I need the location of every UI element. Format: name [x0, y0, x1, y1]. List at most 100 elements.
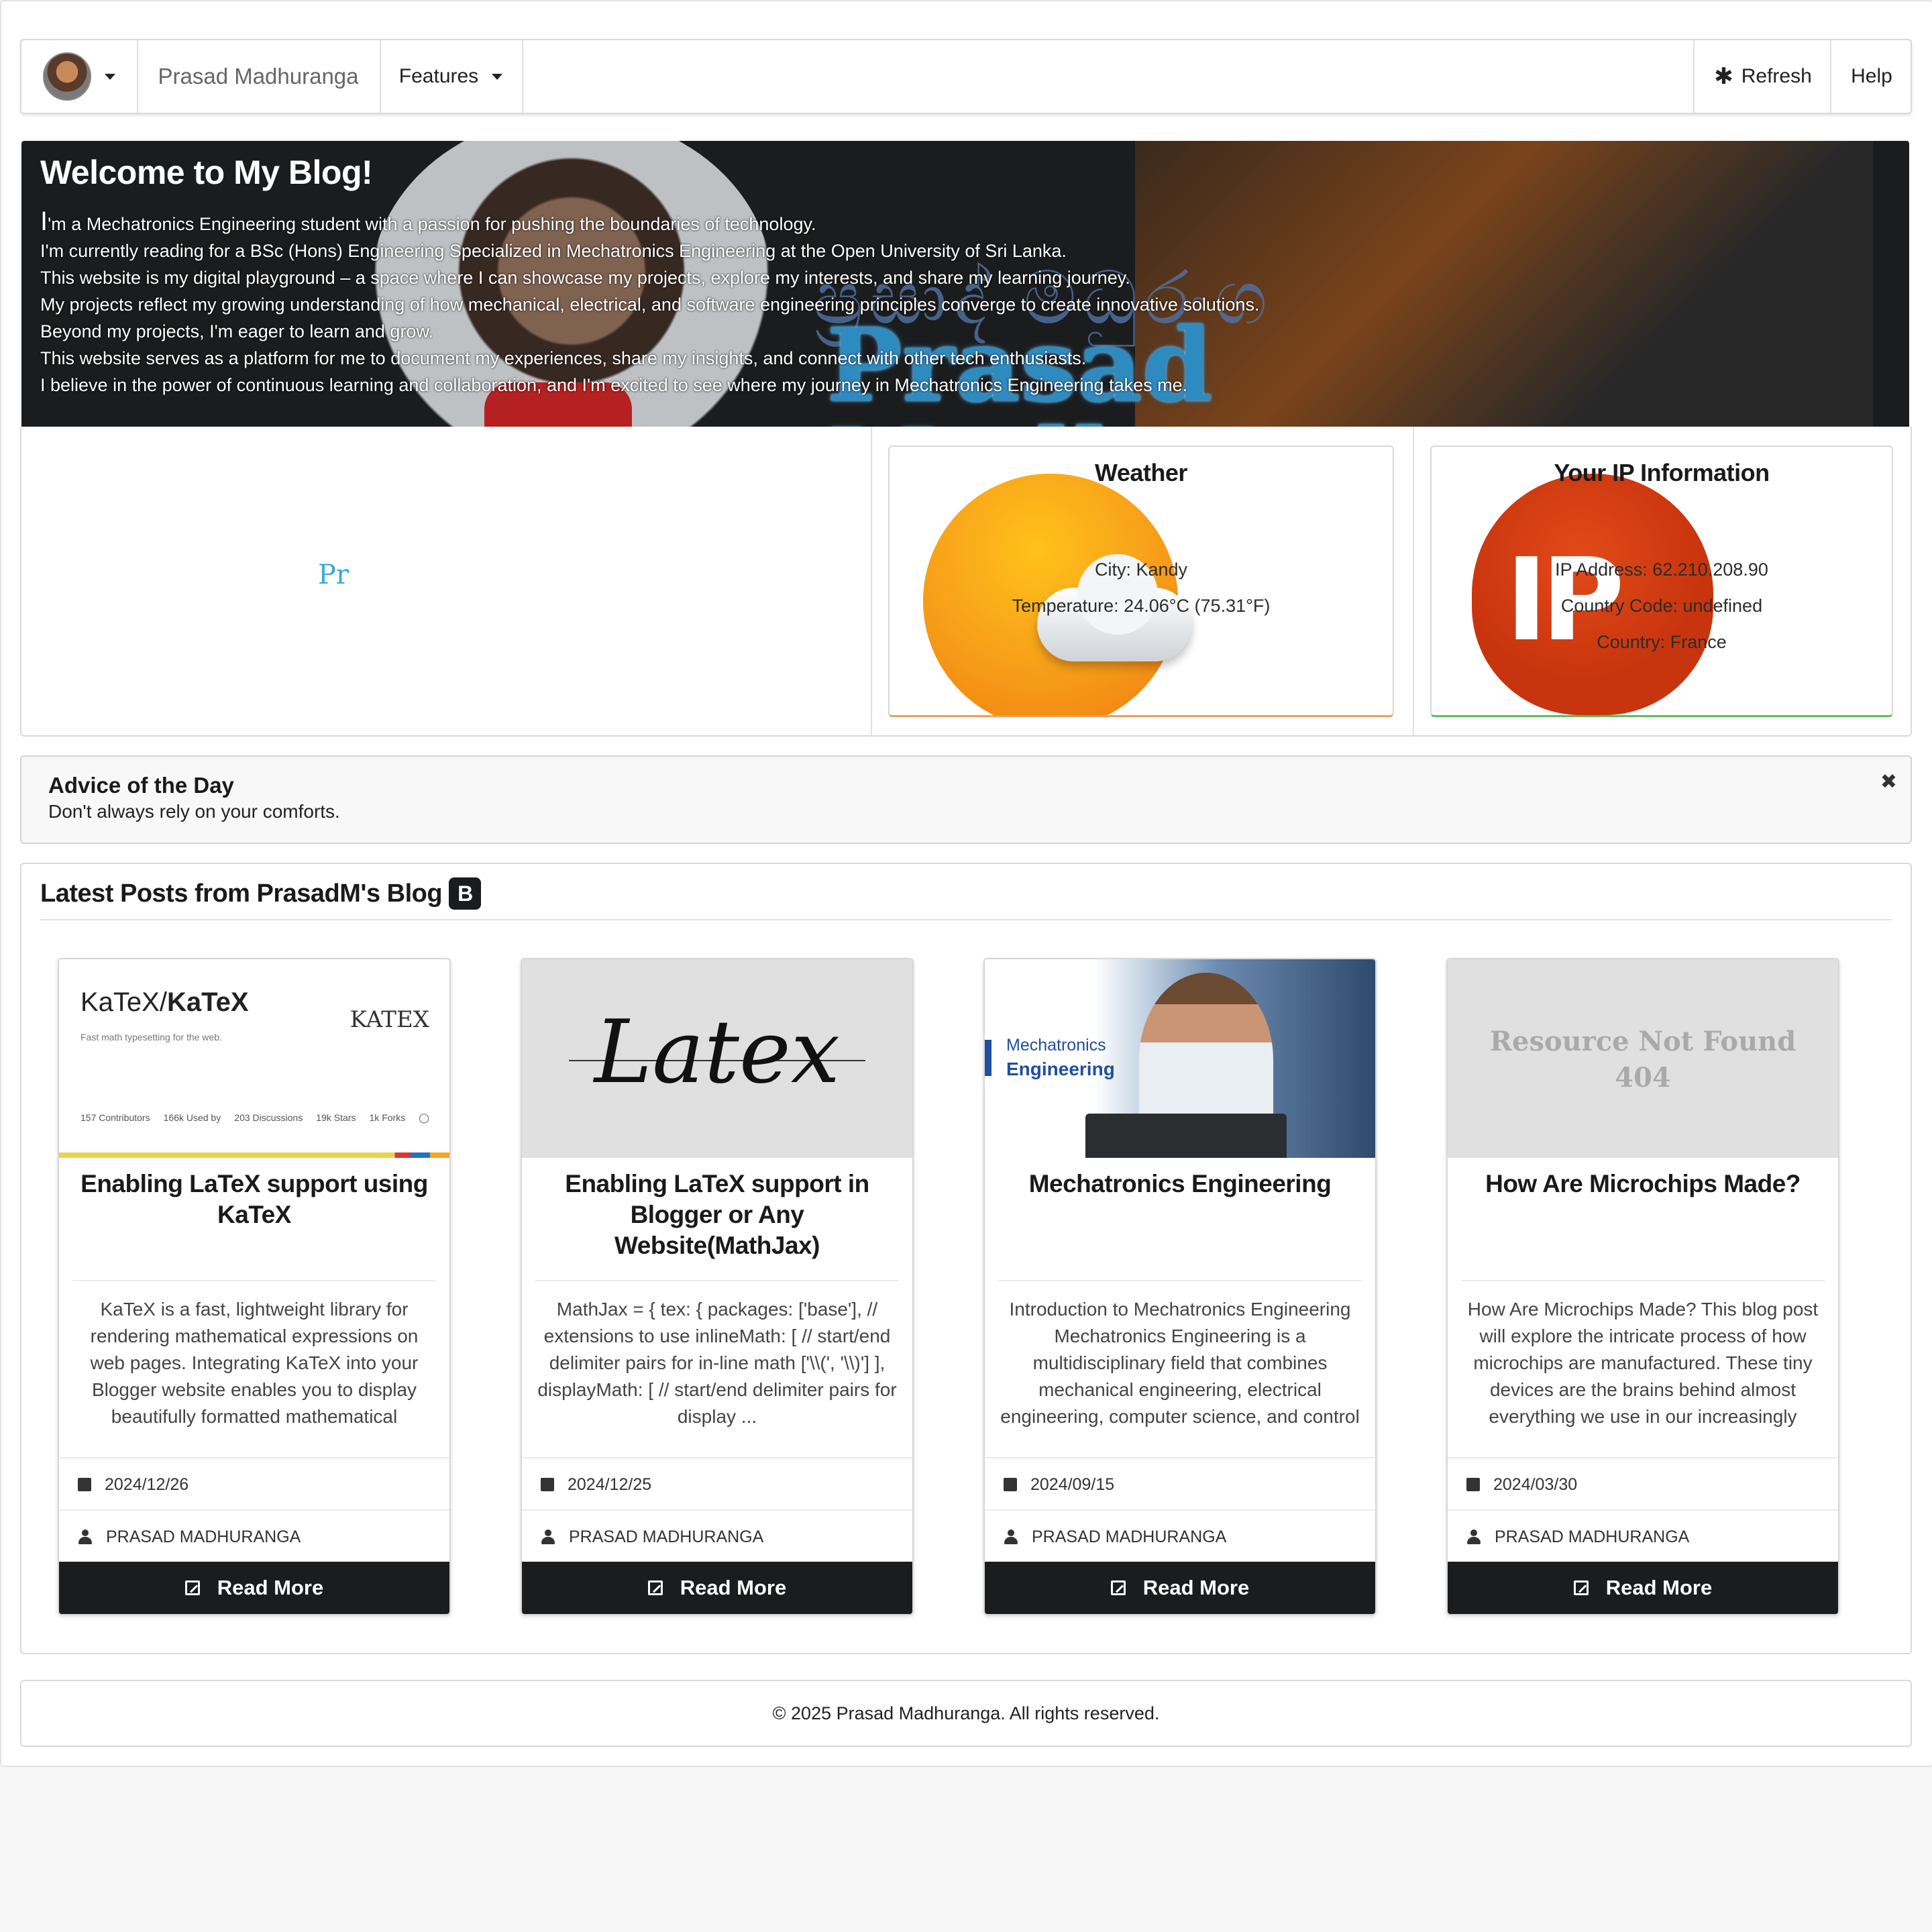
avatar-dropdown[interactable] — [21, 40, 138, 113]
post-date: 2024/09/15 — [985, 1457, 1375, 1511]
user-icon — [541, 1529, 555, 1544]
post-card: Latex Enabling LaTeX support in Blogger … — [521, 958, 914, 1615]
katex-tagline: Fast math typesetting for the web. — [80, 1032, 222, 1042]
post-description: Introduction to Mechatronics Engineering… — [998, 1280, 1362, 1430]
ip-country: Country: France — [1597, 632, 1727, 652]
top-navbar: Prasad Madhuranga Features ✱ Refresh Hel… — [20, 39, 1912, 114]
features-label: Features — [398, 65, 479, 87]
post-date-text: 2024/12/26 — [105, 1474, 189, 1494]
weather-card: Weather City: Kandy Temperature: 24.06°C… — [888, 445, 1394, 717]
user-icon — [1004, 1529, 1018, 1544]
not-found-placeholder: Resource Not Found 404 — [1489, 1026, 1796, 1093]
widgets-row: Pr Weather City: Kandy Temperature: 24.0… — [20, 427, 1912, 737]
ip-title: Your IP Information — [1554, 459, 1770, 486]
brand-link[interactable]: Prasad Madhuranga — [137, 40, 381, 113]
read-more-label: Read More — [1605, 1576, 1713, 1599]
ip-card: IP Your IP Information IP Address: 62.21… — [1430, 445, 1893, 717]
weather-title: Weather — [1095, 459, 1187, 486]
external-link-icon — [1573, 1580, 1589, 1595]
help-label: Help — [1851, 65, 1892, 87]
katex-stats: 157 Contributors 166k Used by 203 Discus… — [80, 1112, 429, 1124]
post-card: KaTeX/KaTeX Fast math typesetting for th… — [58, 958, 451, 1615]
post-author: PRASAD MADHURANGA — [522, 1509, 912, 1563]
post-thumbnail[interactable]: Latex — [522, 959, 912, 1158]
post-card: Mechatronics Engineering Mechatronics Eng… — [983, 958, 1377, 1615]
hero-intro: I'm a Mechatronics Engineering student w… — [40, 208, 1259, 398]
katex-heading: KaTeX/KaTeX — [80, 987, 249, 1017]
post-date-text: 2024/03/30 — [1493, 1474, 1578, 1494]
features-dropdown[interactable]: Features — [380, 40, 523, 113]
post-title[interactable]: Enabling LaTeX support in Blogger or Any… — [535, 1169, 899, 1261]
mechatronics-caption: Mechatronics Engineering — [1006, 1036, 1115, 1079]
caret-down-icon — [492, 73, 503, 80]
stat: 157 Contributors — [80, 1112, 150, 1123]
read-more-label: Read More — [1142, 1576, 1250, 1599]
close-icon[interactable]: ✖ — [1880, 770, 1897, 794]
intro-line: My projects reflect my growing understan… — [40, 294, 1260, 315]
post-date: 2024/03/30 — [1448, 1457, 1838, 1511]
footer: © 2025 Prasad Madhuranga. All rights res… — [20, 1680, 1912, 1747]
calendar-icon — [78, 1478, 91, 1491]
post-card: Resource Not Found 404 How Are Microchips… — [1446, 958, 1839, 1615]
post-date: 2024/12/26 — [59, 1457, 449, 1511]
latest-posts-section: Latest Posts from PrasadM's Blog KaTeX/K… — [20, 863, 1912, 1654]
typing-text: Pr — [318, 559, 350, 590]
external-link-icon — [184, 1580, 200, 1595]
blogger-icon — [449, 877, 482, 910]
post-author: PRASAD MADHURANGA — [59, 1509, 449, 1563]
weather-temperature: Temperature: 24.06°C (75.31°F) — [1012, 596, 1271, 616]
read-more-button[interactable]: Read More — [522, 1562, 912, 1614]
stat: 1k Forks — [369, 1112, 406, 1123]
katex-logo: KATEX — [350, 1006, 429, 1033]
post-title[interactable]: Enabling LaTeX support using KaTeX — [72, 1169, 436, 1230]
post-description: How Are Microchips Made? This blog post … — [1461, 1280, 1825, 1430]
circuit-board-photo — [1085, 1114, 1287, 1158]
posts-heading: Latest Posts from PrasadM's Blog — [40, 877, 482, 910]
caret-down-icon — [105, 73, 115, 80]
divider — [40, 919, 1892, 920]
external-link-icon — [1110, 1580, 1126, 1595]
post-author-text: PRASAD MADHURANGA — [1032, 1527, 1227, 1546]
intro-line: This website serves as a platform for me… — [40, 348, 1087, 368]
read-more-button[interactable]: Read More — [1448, 1562, 1838, 1614]
hero-title: Welcome to My Blog! — [40, 154, 373, 191]
refresh-button[interactable]: ✱ Refresh — [1693, 40, 1831, 113]
external-link-icon — [647, 1580, 663, 1595]
user-icon — [1466, 1529, 1481, 1544]
post-title[interactable]: Mechatronics Engineering — [998, 1169, 1362, 1199]
read-more-label: Read More — [680, 1576, 787, 1599]
post-description: KaTeX is a fast, lightweight library for… — [72, 1280, 436, 1430]
post-date: 2024/12/25 — [522, 1457, 912, 1511]
read-more-button[interactable]: Read More — [59, 1562, 449, 1614]
post-title[interactable]: How Are Microchips Made? — [1461, 1169, 1825, 1199]
post-description: MathJax = { tex: { packages: ['base'], /… — [535, 1280, 899, 1430]
post-author-text: PRASAD MADHURANGA — [106, 1527, 301, 1546]
github-icon: ◯ — [419, 1112, 429, 1123]
avatar — [43, 52, 91, 101]
post-author-text: PRASAD MADHURANGA — [569, 1527, 764, 1546]
calendar-icon — [1466, 1478, 1480, 1491]
post-thumbnail[interactable]: KaTeX/KaTeX Fast math typesetting for th… — [59, 959, 449, 1158]
post-author: PRASAD MADHURANGA — [985, 1509, 1375, 1563]
katex-color-bar — [59, 1152, 449, 1158]
calendar-icon — [541, 1478, 554, 1491]
post-thumbnail[interactable]: Resource Not Found 404 — [1448, 959, 1838, 1158]
advice-heading: Advice of the Day — [48, 773, 234, 798]
post-date-text: 2024/09/15 — [1030, 1474, 1115, 1494]
read-more-button[interactable]: Read More — [985, 1562, 1375, 1614]
asterisk-icon: ✱ — [1714, 64, 1733, 89]
post-thumbnail[interactable]: Mechatronics Engineering — [985, 959, 1375, 1158]
intro-line: 'm a Mechatronics Engineering student wi… — [48, 214, 816, 234]
weather-city: City: Kandy — [1094, 559, 1188, 580]
post-author-text: PRASAD MADHURANGA — [1495, 1527, 1690, 1546]
ip-address: IP Address: 62.210.208.90 — [1555, 559, 1768, 580]
intro-line: I believe in the power of continuous lea… — [40, 375, 1188, 395]
latex-logo: Latex — [594, 1001, 841, 1103]
hero-banner: ප්‍රසාද් මධුරංග Prasad Madhuranga Welcom… — [21, 141, 1909, 427]
help-button[interactable]: Help — [1830, 40, 1912, 113]
weather-panel: Weather City: Kandy Temperature: 24.06°C… — [871, 427, 1414, 735]
refresh-label: Refresh — [1741, 65, 1812, 87]
stat: 19k Stars — [316, 1112, 356, 1123]
read-more-label: Read More — [217, 1576, 324, 1599]
stat: 203 Discussions — [234, 1112, 303, 1123]
